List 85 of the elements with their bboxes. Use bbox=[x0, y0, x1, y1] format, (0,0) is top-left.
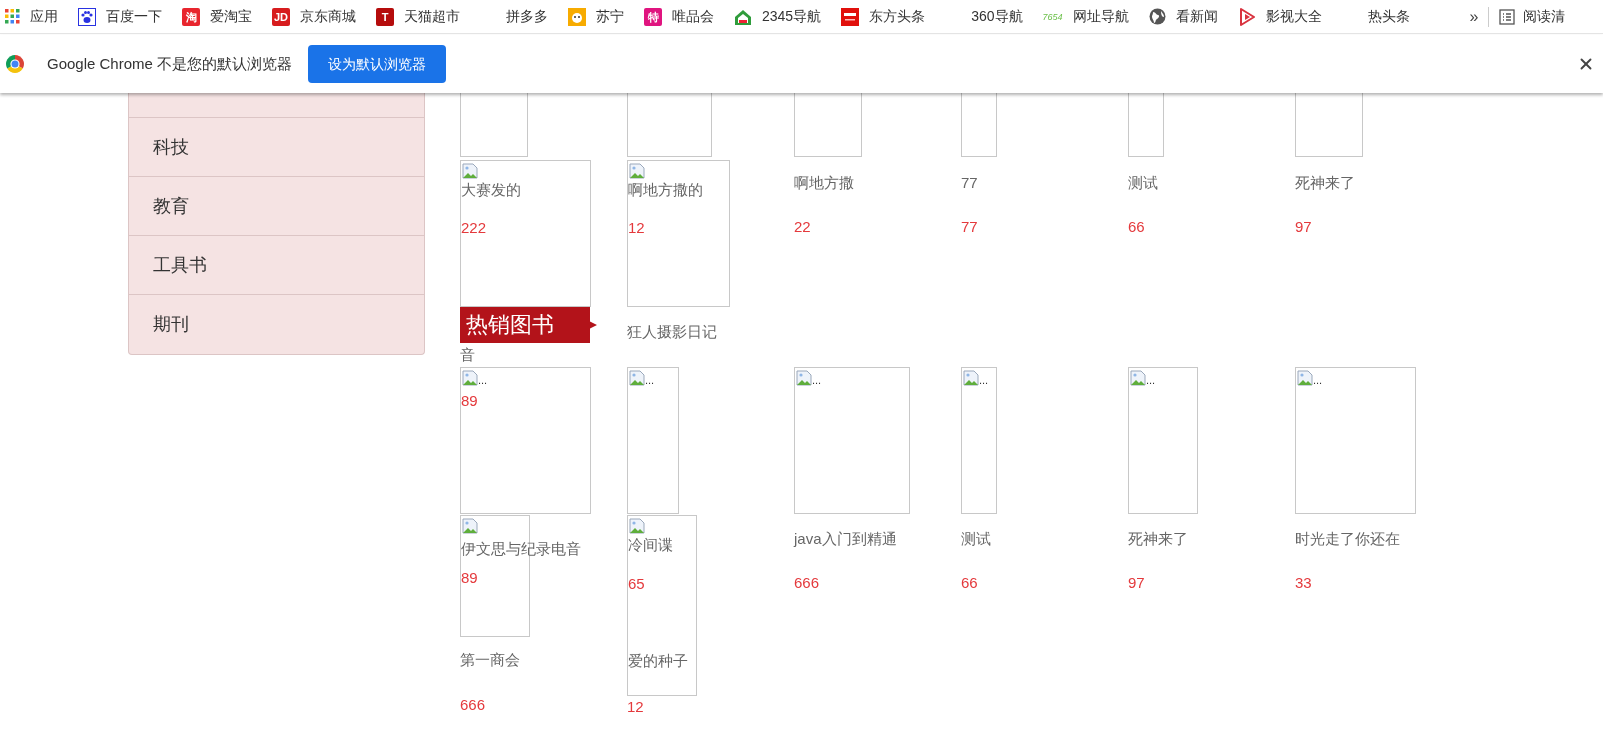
book-title: 音 bbox=[460, 345, 475, 365]
list-icon bbox=[1499, 8, 1516, 25]
bookmark-link[interactable]: 拼多多 bbox=[480, 6, 548, 27]
book-title: java入门到精通 bbox=[794, 529, 897, 549]
broken-image-icon bbox=[462, 163, 478, 179]
bookmark-link[interactable]: T 天猫超市 bbox=[376, 6, 460, 27]
book-title: 啊地方撒的 bbox=[628, 180, 704, 200]
bookmark-link[interactable]: 东方头条 bbox=[841, 6, 926, 27]
book-title: 死神来了 bbox=[1295, 173, 1355, 193]
image-alt-text: ... bbox=[1146, 374, 1156, 386]
house-icon bbox=[734, 7, 752, 26]
site-logo-icon: JD bbox=[272, 7, 290, 26]
book-title: 伊文思与纪录电音 bbox=[461, 539, 582, 559]
broken-image-icon bbox=[629, 370, 645, 386]
sidebar-item[interactable]: 工具书 bbox=[129, 235, 424, 294]
site-logo-icon: T bbox=[376, 7, 394, 26]
bookmark-link[interactable]: 特 唯品会 bbox=[644, 6, 714, 27]
more-bookmarks-button[interactable]: » bbox=[1469, 4, 1479, 29]
broken-image-icon bbox=[796, 370, 812, 386]
book-price: 666 bbox=[794, 573, 820, 593]
book-price: 12 bbox=[628, 218, 646, 238]
book-title: 时光走了你还在 bbox=[1295, 529, 1400, 549]
image-alt-text: ... bbox=[645, 374, 655, 386]
book-price: 66 bbox=[1128, 217, 1145, 237]
set-default-browser-button[interactable]: 设为默认浏览器 bbox=[308, 45, 447, 83]
broken-image-icon bbox=[963, 370, 979, 386]
broken-image-icon bbox=[1130, 370, 1146, 386]
book-price: 97 bbox=[1295, 217, 1312, 237]
bookmark-link[interactable]: 苏宁 bbox=[568, 6, 624, 27]
book-title: 大赛发的 bbox=[461, 180, 522, 200]
book-price: 66 bbox=[961, 573, 978, 593]
site-logo-icon: 特 bbox=[644, 7, 662, 26]
paw-icon bbox=[78, 7, 96, 26]
book-price: 33 bbox=[1295, 573, 1312, 593]
broken-image-icon bbox=[462, 370, 478, 386]
globe-icon bbox=[1148, 8, 1166, 25]
smiley-icon bbox=[568, 7, 586, 26]
book-title: 测试 bbox=[961, 529, 991, 549]
bookmark-link[interactable]: 7654 网址导航 bbox=[1042, 6, 1129, 27]
book-title: 死神来了 bbox=[1128, 529, 1188, 549]
book-price: 89 bbox=[461, 568, 479, 588]
apps-grid-icon bbox=[5, 9, 20, 24]
broken-image-icon bbox=[1297, 370, 1313, 386]
book-price: 89 bbox=[461, 391, 479, 411]
book-title: 狂人摄影日记 bbox=[627, 322, 717, 342]
book-title: 第一商会 bbox=[460, 650, 520, 670]
book-price: 77 bbox=[961, 217, 978, 237]
book-price: 65 bbox=[628, 574, 646, 594]
bookmark-link[interactable]: 360导航 bbox=[945, 6, 1023, 27]
bookmark-link[interactable]: JD 京东商城 bbox=[272, 6, 356, 27]
book-title: 77 bbox=[961, 173, 978, 193]
news-logo-icon bbox=[841, 7, 860, 26]
bookmark-link[interactable]: 应用 bbox=[5, 6, 58, 27]
book-title: 啊地方撒 bbox=[794, 173, 854, 193]
sidebar-item[interactable]: 科技 bbox=[129, 117, 424, 176]
bookmark-link[interactable]: 百度一下 bbox=[78, 6, 162, 27]
bookmark-link[interactable]: 淘 爱淘宝 bbox=[182, 6, 252, 27]
play-icon bbox=[1237, 7, 1256, 26]
broken-image-icon bbox=[629, 163, 645, 179]
book-title: 测试 bbox=[1128, 173, 1158, 193]
book-price: 222 bbox=[461, 218, 488, 238]
image-alt-text: ... bbox=[812, 374, 822, 386]
book-price: 22 bbox=[794, 217, 811, 237]
sidebar-item[interactable]: 教育 bbox=[129, 176, 424, 235]
broken-image-icon bbox=[462, 518, 478, 534]
book-price: 97 bbox=[1128, 573, 1145, 593]
image-alt-text: ... bbox=[1313, 374, 1323, 386]
chrome-logo-icon bbox=[5, 54, 25, 74]
sidebar-item[interactable]: 期刊 bbox=[129, 294, 424, 353]
site-logo-icon: 淘 bbox=[182, 7, 200, 26]
book-price: 12 bbox=[627, 697, 644, 717]
site-logo-icon: 7654 bbox=[1042, 7, 1063, 26]
reading-list-link[interactable]: 阅读清 bbox=[1499, 6, 1566, 27]
broken-image-icon bbox=[629, 518, 645, 534]
book-price: 666 bbox=[460, 695, 486, 715]
bookmark-link[interactable]: 2345导航 bbox=[734, 6, 822, 27]
infobar-message: Google Chrome 不是您的默认浏览器 bbox=[47, 53, 293, 74]
image-alt-text: ... bbox=[979, 374, 989, 386]
book-title: 冷间谍 bbox=[628, 535, 674, 555]
bookmark-link[interactable]: 影视大全 bbox=[1237, 6, 1322, 27]
book-title: 爱的种子 bbox=[628, 651, 689, 671]
bookmark-link[interactable]: 看新闻 bbox=[1148, 6, 1218, 27]
bookmark-link[interactable]: 热头条 bbox=[1341, 6, 1410, 27]
image-alt-text: ... bbox=[478, 374, 488, 386]
section-banner: 热销图书 bbox=[460, 307, 597, 343]
